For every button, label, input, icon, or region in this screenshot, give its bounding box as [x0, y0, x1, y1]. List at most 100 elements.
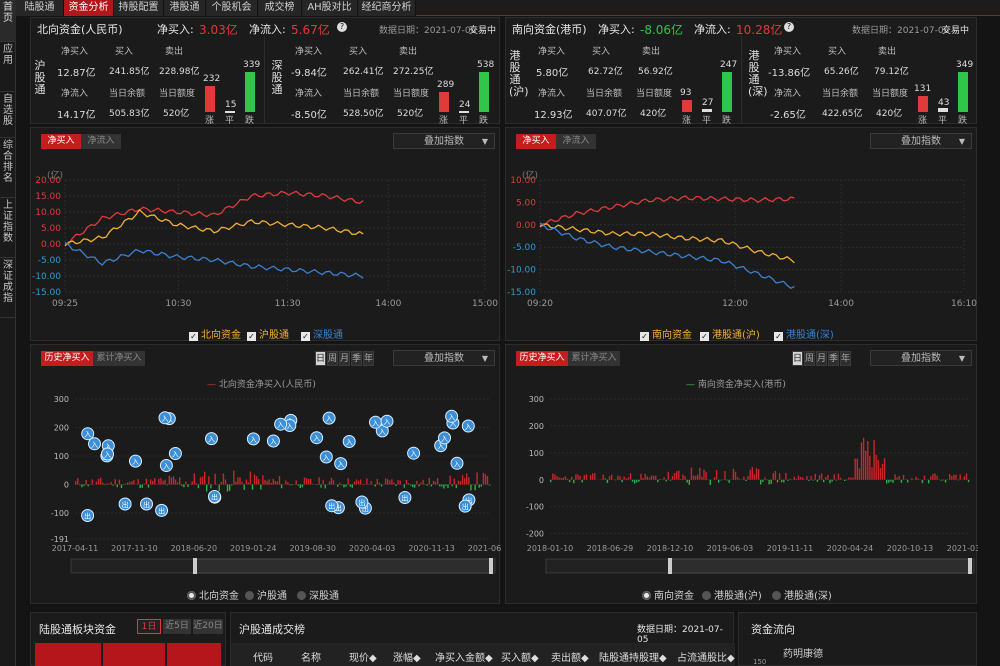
sidebar-sh-index[interactable]: 上证指数 — [0, 198, 16, 258]
col-net-buy[interactable]: 净买入金额◆ — [435, 649, 493, 664]
event-marker-glyph: 出 — [211, 493, 218, 502]
board-tile[interactable] — [35, 643, 101, 666]
history-bar — [585, 474, 588, 480]
radio-north[interactable]: 北向资金 — [187, 587, 239, 602]
tab-ah-compare[interactable]: AH股对比 — [302, 0, 358, 16]
radio-sz[interactable]: 深股通 — [297, 587, 339, 602]
period-quarter[interactable]: 季 — [828, 351, 839, 366]
net-buy-button[interactable]: 净买入 — [516, 134, 556, 149]
board-period-20d[interactable]: 近20日 — [193, 619, 223, 634]
help-icon[interactable]: ? — [784, 22, 794, 32]
sidebar-home[interactable]: 首页 — [0, 0, 16, 42]
x-tick-label: 2020-11-13 — [408, 544, 455, 553]
tab-trade-rank[interactable]: 成交榜 — [258, 0, 302, 16]
tab-holding[interactable]: 持股配置 — [114, 0, 164, 16]
sh-up-label: 涨 — [205, 116, 215, 126]
net-flow-button[interactable]: 净流入 — [81, 134, 121, 149]
y-tick-label: -15.00 — [32, 288, 61, 298]
board-period-5d[interactable]: 近5日 — [163, 619, 191, 634]
board-tile[interactable] — [103, 643, 165, 666]
history-bar — [218, 484, 220, 491]
cum-net-buy-button[interactable]: 累计净买入 — [93, 351, 145, 366]
col-holding[interactable]: 陆股通持股理◆ — [599, 649, 667, 664]
chevron-down-icon: ▼ — [958, 137, 965, 146]
col-buy[interactable]: 买入额◆ — [501, 649, 539, 664]
net-buy-button[interactable]: 净买入 — [41, 134, 81, 149]
period-year[interactable]: 年 — [840, 351, 851, 366]
radio-hksh[interactable]: 港股通(沪) — [702, 587, 762, 602]
period-month[interactable]: 月 — [339, 351, 350, 366]
y-tick-label: 20.00 — [35, 176, 61, 186]
legend-hksh[interactable]: ✓ 港股通(沪) — [700, 326, 760, 341]
col-code[interactable]: 代码 — [253, 649, 273, 664]
col-change[interactable]: 涨幅◆ — [393, 649, 421, 664]
board-period-1d[interactable]: 1日 — [137, 619, 161, 634]
history-bar — [453, 478, 455, 485]
radio-sh[interactable]: 沪股通 — [245, 587, 287, 602]
col-sell[interactable]: 卖出额◆ — [551, 649, 589, 664]
sidebar-sz-index[interactable]: 深证成指 — [0, 258, 16, 318]
legend-hksz[interactable]: ✓ 港股通(深) — [774, 326, 834, 341]
radio-south[interactable]: 南向资金 — [642, 587, 694, 602]
legend-sz[interactable]: ✓ 深股通 — [301, 326, 343, 341]
legend-south[interactable]: ✓ 南向资金 — [640, 326, 692, 341]
radio-icon — [245, 591, 254, 600]
period-quarter[interactable]: 季 — [351, 351, 362, 366]
period-week[interactable]: 周 — [327, 351, 338, 366]
net-flow-button[interactable]: 净流入 — [556, 134, 596, 149]
tab-ganggutong[interactable]: 港股通 — [164, 0, 206, 16]
sidebar-apps[interactable]: 应用 — [0, 42, 16, 92]
history-bar — [692, 475, 695, 480]
help-icon[interactable]: ? — [337, 22, 347, 32]
hist-net-buy-button[interactable]: 历史净买入 — [41, 351, 93, 366]
history-bar — [457, 480, 460, 485]
sh-balance-label: 当日余额 — [109, 89, 146, 99]
history-bar — [447, 484, 449, 489]
col-name[interactable]: 名称 — [301, 649, 321, 664]
sh-sell-label: 卖出 — [165, 47, 184, 57]
hist-net-buy-button[interactable]: 历史净买入 — [516, 351, 568, 366]
period-week[interactable]: 周 — [804, 351, 815, 366]
sidebar-watchlist[interactable]: 自选股 — [0, 92, 16, 138]
sidebar-ranking[interactable]: 综合排名 — [0, 138, 16, 198]
col-ratio[interactable]: 占流通股比◆ — [677, 649, 735, 664]
tab-stock-chance[interactable]: 个股机会 — [206, 0, 258, 16]
period-month[interactable]: 月 — [816, 351, 827, 366]
tab-broker[interactable]: 经纪商分析 — [358, 0, 416, 16]
history-bar — [322, 479, 324, 485]
board-tile[interactable] — [167, 643, 221, 666]
history-bar — [441, 484, 443, 487]
col-price[interactable]: 现价◆ — [349, 649, 377, 664]
cum-net-buy-button[interactable]: 累计净买入 — [568, 351, 620, 366]
history-bar — [739, 479, 741, 480]
radio-hksz[interactable]: 港股通(深) — [772, 587, 832, 602]
history-bar — [785, 472, 787, 480]
overlay-index-dropdown[interactable]: 叠加指数 ▼ — [393, 350, 495, 366]
overlay-index-dropdown[interactable]: 叠加指数 ▼ — [393, 133, 495, 149]
history-bar — [339, 482, 341, 485]
history-bar — [424, 483, 426, 485]
hksh-netflow-label: 净流入 — [538, 89, 566, 99]
history-bar — [412, 484, 414, 488]
history-bar — [143, 483, 145, 485]
south-history-panel: 历史净买入 累计净买入 日 周 月 季 年 叠加指数 ▼ — 南向资金净买入(港… — [505, 344, 978, 604]
overlay-index-dropdown[interactable]: 叠加指数 ▼ — [870, 133, 972, 149]
x-tick-label: 2019-08-30 — [289, 544, 336, 553]
tab-fund-analysis[interactable]: 资金分析 — [64, 0, 114, 16]
north-mode-toggle: 净买入 净流入 — [41, 134, 121, 149]
history-bar — [83, 484, 85, 486]
overlay-index-dropdown[interactable]: 叠加指数 ▼ — [870, 350, 972, 366]
history-bar — [120, 484, 123, 488]
history-bar — [955, 474, 957, 480]
tab-lugutong[interactable]: 陆股通 — [16, 0, 64, 16]
period-year[interactable]: 年 — [363, 351, 374, 366]
history-bar — [799, 476, 802, 480]
period-day[interactable]: 日 — [315, 351, 326, 366]
history-bar — [694, 475, 697, 480]
history-bar — [571, 476, 573, 480]
history-bar — [179, 477, 181, 485]
legend-sh[interactable]: ✓ 沪股通 — [247, 326, 289, 341]
history-bar — [293, 484, 295, 485]
period-day[interactable]: 日 — [792, 351, 803, 366]
legend-north[interactable]: ✓ 北向资金 — [189, 326, 241, 341]
